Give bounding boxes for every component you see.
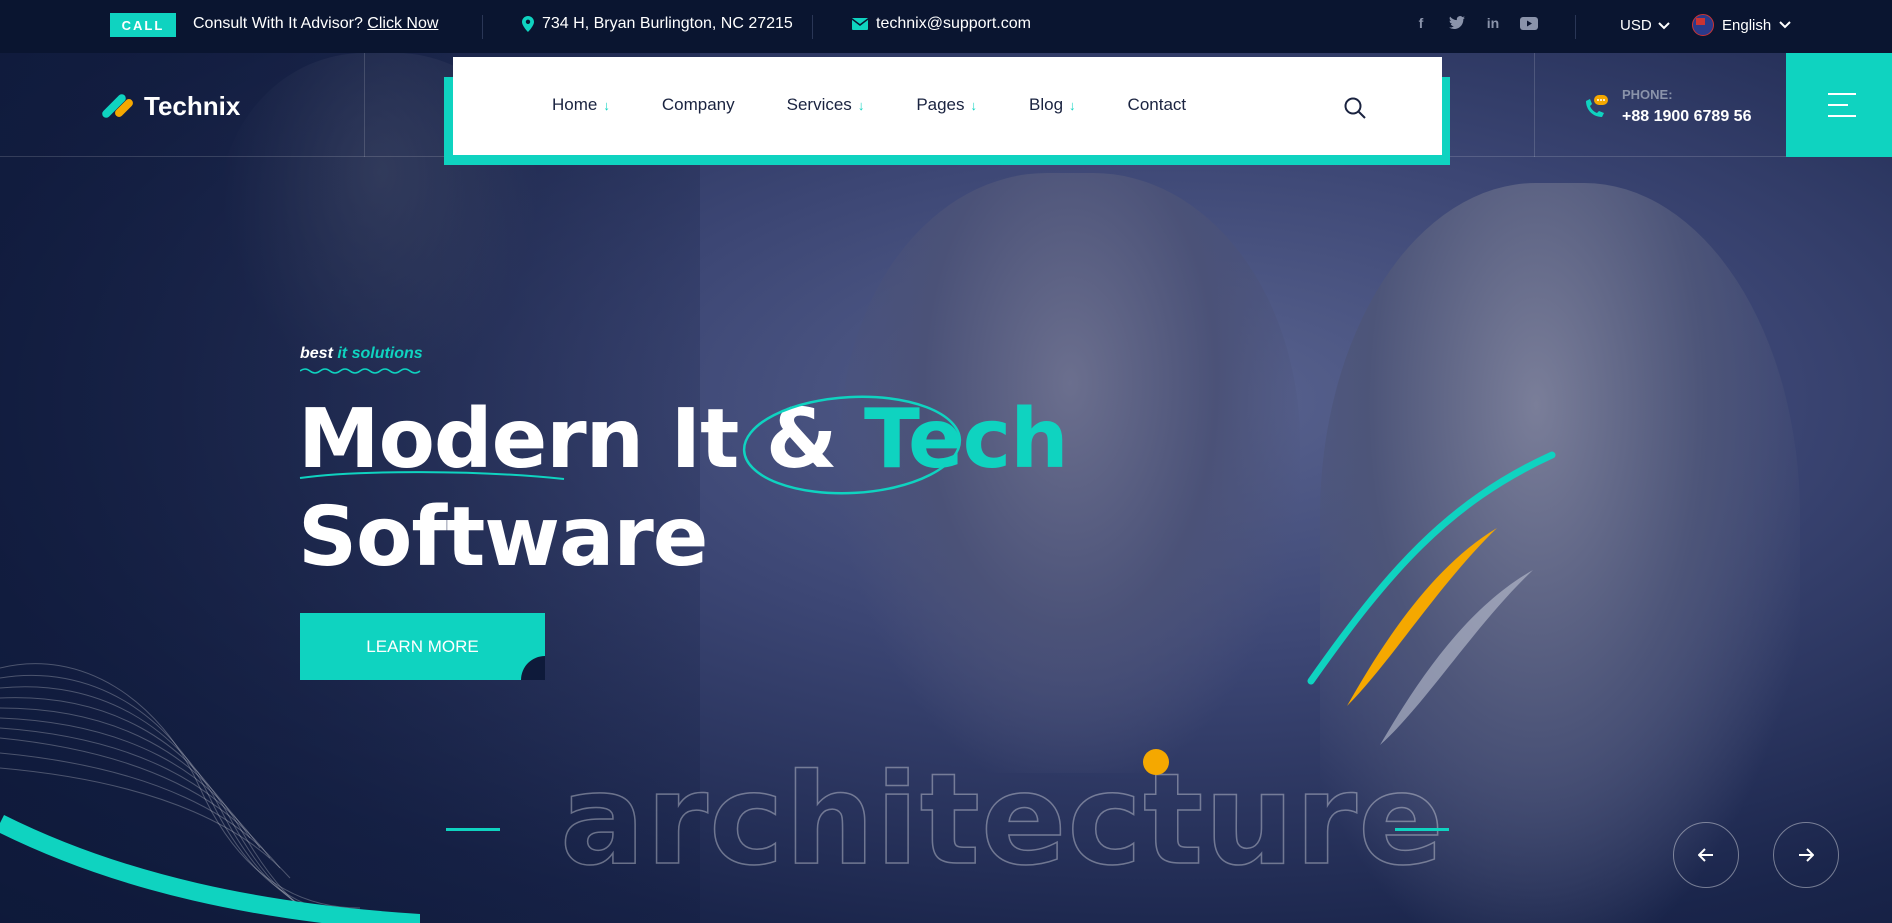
learn-more-button[interactable]: LEARN MORE: [300, 613, 545, 680]
arrow-down-icon: ↓: [970, 97, 978, 113]
menu-line: [1828, 115, 1856, 117]
divider: [812, 15, 813, 39]
nav-label: Company: [661, 95, 735, 114]
nav-label: Services: [786, 95, 852, 114]
currency-select[interactable]: USD: [1620, 17, 1670, 34]
nav-label: Blog: [1029, 95, 1064, 114]
arrow-down-icon: ↓: [857, 97, 865, 113]
phone-label: PHONE:: [1622, 87, 1673, 102]
divider: [482, 15, 483, 39]
subtitle-part-b: it solutions: [337, 345, 423, 362]
squiggle-underline: [300, 368, 421, 374]
nav-label: Contact: [1127, 95, 1187, 114]
divider: [1534, 53, 1535, 157]
consult-label: Consult With It Advisor?: [193, 15, 363, 32]
tech-circle-decoration: [742, 395, 962, 495]
envelope-icon: [852, 18, 868, 30]
logo[interactable]: Technix: [100, 91, 241, 122]
arrow-down-icon: ↓: [603, 97, 610, 113]
arrow-left-icon: [1698, 848, 1713, 862]
nav-item-home[interactable]: Home ↓: [552, 95, 610, 115]
chevron-down-icon: [1657, 21, 1670, 29]
consult-text: Consult With It Advisor? Click Now: [193, 15, 438, 33]
dash-decoration: [446, 828, 500, 831]
arrow-right-icon: [1799, 848, 1814, 862]
email-text[interactable]: technix@support.com: [876, 15, 1031, 33]
language-value: English: [1722, 16, 1772, 34]
search-icon[interactable]: [1344, 97, 1366, 119]
language-select[interactable]: English: [1692, 14, 1791, 36]
call-badge: CALL: [110, 13, 176, 37]
hero-title-line2: Software: [298, 490, 708, 585]
social-links: f in: [1412, 14, 1538, 32]
leaf-arc-decoration: [1307, 451, 1556, 745]
twitter-icon[interactable]: [1448, 14, 1466, 32]
hamburger-menu-button[interactable]: [1786, 53, 1892, 157]
arrow-down-icon: ↓: [1069, 97, 1076, 113]
slider-prev-button[interactable]: [1673, 822, 1739, 888]
nav-item-pages[interactable]: Pages ↓: [916, 95, 977, 115]
logo-icon: [100, 92, 135, 121]
address: 734 H, Bryan Burlington, NC 27215: [522, 15, 793, 33]
currency-value: USD: [1620, 17, 1652, 34]
linkedin-icon[interactable]: in: [1484, 14, 1502, 32]
dot-decoration: [1143, 749, 1169, 775]
facebook-icon[interactable]: f: [1412, 14, 1430, 32]
location-pin-icon: [522, 16, 534, 32]
email[interactable]: technix@support.com: [852, 15, 1031, 33]
nav-label: Home: [552, 95, 598, 114]
divider: [1575, 15, 1576, 39]
nav-item-blog[interactable]: Blog ↓: [1029, 95, 1076, 115]
outline-word: architecture: [559, 746, 1445, 893]
nav-label: Pages: [916, 95, 965, 114]
menu-line: [1828, 104, 1848, 106]
logo-text: Technix: [144, 91, 241, 121]
divider: [364, 53, 365, 157]
hero-subtitle: best it solutions: [300, 345, 423, 363]
phone-number[interactable]: +88 1900 6789 56: [1622, 108, 1751, 126]
subtitle-part-a: best: [300, 345, 333, 362]
nav-item-company[interactable]: Company: [662, 95, 735, 115]
nav-items: Home ↓ Company Services ↓ Pages ↓ Blog ↓ Con…: [552, 95, 1186, 115]
phone-chat-icon: [1580, 93, 1608, 121]
slider-next-button[interactable]: [1773, 822, 1839, 888]
teal-arc-decoration: [0, 814, 420, 923]
menu-line: [1828, 93, 1856, 95]
nav-item-contact[interactable]: Contact: [1128, 95, 1187, 115]
title-underline-decoration: [299, 471, 565, 480]
main-nav: Home ↓ Company Services ↓ Pages ↓ Blog ↓ Con…: [453, 57, 1442, 155]
address-text: 734 H, Bryan Burlington, NC 27215: [542, 15, 793, 32]
youtube-icon[interactable]: [1520, 14, 1538, 32]
dash-decoration: [1395, 828, 1449, 831]
phone-contact[interactable]: PHONE: +88 1900 6789 56: [1580, 87, 1751, 126]
nav-item-services[interactable]: Services ↓: [787, 95, 865, 115]
chevron-down-icon: [1779, 21, 1791, 29]
australia-flag-icon: [1692, 14, 1714, 36]
top-bar: CALL Consult With It Advisor? Click Now …: [0, 0, 1892, 53]
click-now-link[interactable]: Click Now: [367, 15, 438, 32]
